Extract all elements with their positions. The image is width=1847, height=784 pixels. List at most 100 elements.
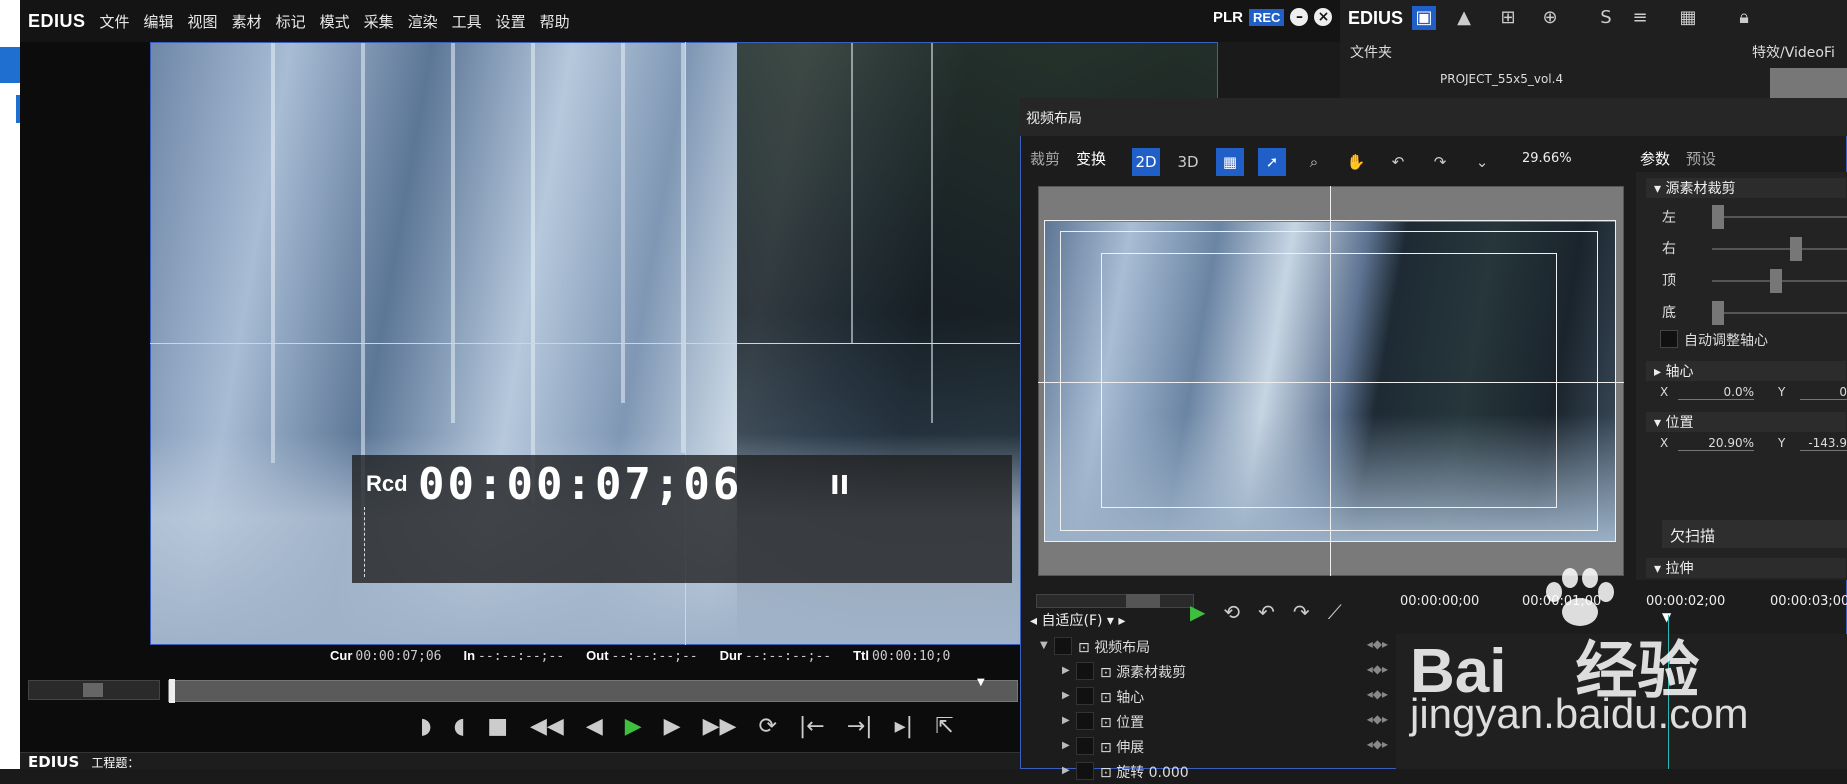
open-folder-icon[interactable]: ⊞ [1496,6,1520,30]
zoom-dropdown-icon[interactable]: ⌄ [1468,148,1496,176]
track-label: 轴心 [1116,690,1145,706]
play-icon[interactable]: ▶ [625,714,642,739]
mode-3d-button[interactable]: 3D [1174,148,1202,176]
sequence-icon[interactable]: S [1594,6,1618,30]
keyframe-track-list: ▼ ⊡ 视频布局 ◂◆▸ ▶ ⊡ 源素材裁剪 ◂◆▸ ▶ ⊡ 轴心 ◂◆▸ ▶ … [1030,634,1396,781]
rec-button[interactable]: REC [1249,8,1285,26]
menu-view[interactable]: 视图 [188,11,218,32]
crop-bottom-slider[interactable] [1712,312,1847,314]
menu-help[interactable]: 帮助 [540,11,570,32]
menu-settings[interactable]: 设置 [496,11,526,32]
keyframe-redo-icon[interactable]: ↷ [1293,600,1310,624]
project-tree-item[interactable]: PROJECT_55x5_vol.4 [1440,72,1563,86]
fast-forward-icon[interactable]: ▶▶ [703,714,737,739]
select-arrow-icon[interactable]: ➚ [1258,148,1286,176]
set-in-icon[interactable]: ◗ [420,714,432,739]
menu-mode[interactable]: 模式 [320,11,350,32]
bottom-label: 工程题： [91,756,140,770]
crop-left-knob[interactable] [1712,205,1724,229]
stop-icon[interactable]: ■ [487,714,508,739]
menu-tools[interactable]: 工具 [452,11,482,32]
plr-button[interactable]: PLR [1213,9,1243,26]
crop-top-knob[interactable] [1770,269,1782,293]
undo-icon[interactable]: ↶ [1384,148,1412,176]
menu-capture[interactable]: 采集 [364,11,394,32]
timeline-header: EDIUS 工程题： [20,752,1030,771]
rewind-icon[interactable]: ◀◀ [530,714,564,739]
menu-clip[interactable]: 素材 [232,11,262,32]
zoom-level-select[interactable]: 29.66% [1522,151,1572,166]
keyframe-zoom-knob[interactable] [1126,594,1160,608]
list-view-icon[interactable]: ≡ [1628,6,1652,30]
position-y-value[interactable]: -143.9 [1800,436,1847,451]
track-row[interactable]: ▶ ⊡ 源素材裁剪 ◂◆▸ [1030,659,1396,684]
keyframe-nav-icon[interactable]: ◂◆▸ [1367,712,1388,726]
crop-right-knob[interactable] [1790,237,1802,261]
next-frame-icon[interactable]: ▶ [664,714,681,739]
grid-icon[interactable]: ▦ [1216,148,1244,176]
zoom-icon[interactable]: ⌕ [1300,148,1328,176]
minimize-icon[interactable]: – [1290,8,1309,26]
keyframe-nav-icon[interactable]: ◂◆▸ [1367,662,1388,676]
close-icon[interactable]: × [1314,8,1333,26]
auto-center-checkbox[interactable] [1660,330,1678,348]
tab-params[interactable]: 参数 [1640,148,1670,169]
track-row[interactable]: ▼ ⊡ 视频布局 ◂◆▸ [1030,634,1396,659]
jump-in-icon[interactable]: |← [799,714,825,739]
keyframe-nav-icon[interactable]: ◂◆▸ [1367,637,1388,651]
pivot-section-header[interactable]: ▸ 轴心 [1646,361,1846,381]
crop-bottom-knob[interactable] [1712,301,1724,325]
position-y-label: Y [1778,436,1786,450]
mode-2d-button[interactable]: 2D [1132,148,1160,176]
menu-marker[interactable]: 标记 [276,11,306,32]
effect-thumbnail[interactable] [1770,68,1847,100]
tab-crop[interactable]: 裁剪 [1030,148,1060,169]
redo-icon[interactable]: ↷ [1426,148,1454,176]
keyframe-nav-icon[interactable]: ◂◆▸ [1367,687,1388,701]
insert-icon[interactable]: ▸| [895,714,913,739]
track-row[interactable]: ▶ ⊡ 伸展 ◂◆▸ [1030,734,1396,759]
fit-dropdown[interactable]: ◂ 自适应(F) ▾ ▸ [1030,610,1160,632]
track-row[interactable]: ▶ ⊡ 轴心 ◂◆▸ [1030,684,1396,709]
pivot-x-value[interactable]: 0.0% [1678,385,1754,400]
crop-bottom-label: 底 [1662,305,1676,321]
crop-section-header[interactable]: ▾ 源素材裁剪 [1646,178,1846,198]
keyframe-play-icon[interactable]: ▶ [1190,600,1205,624]
hand-icon[interactable]: ✋ [1342,148,1370,176]
keyframe-loop-icon[interactable]: ⟲ [1223,600,1240,624]
playhead-handle[interactable] [169,679,175,703]
menu-edit[interactable]: 编辑 [144,11,174,32]
tab-presets[interactable]: 预设 [1686,148,1716,169]
shuttle-knob[interactable] [83,683,103,697]
set-out-icon[interactable]: ◖ [454,714,466,739]
menu-render[interactable]: 渲染 [408,11,438,32]
export-icon[interactable]: ⇱ [935,714,953,739]
pivot-y-value[interactable]: 0 [1800,385,1847,400]
in-field: In --:--:--;-- [463,648,565,664]
shuttle-slider[interactable] [28,680,160,700]
keyframe-nav-icon[interactable]: ◂◆▸ [1367,737,1388,751]
crop-left-slider[interactable] [1712,216,1847,218]
jump-out-icon[interactable]: →| [847,714,873,739]
tab-transform[interactable]: 变换 [1076,148,1106,169]
grid-view-icon[interactable]: ▦ [1676,6,1700,30]
menu-file[interactable]: 文件 [100,11,130,32]
lock-icon[interactable]: 🔒︎ [1732,6,1756,30]
upload-icon[interactable]: ▲ [1452,6,1476,30]
position-section-header[interactable]: ▾ 位置 [1646,412,1846,432]
track-row[interactable]: ▶ ⊡ 位置 ◂◆▸ [1030,709,1396,734]
prev-frame-icon[interactable]: ◀ [586,714,603,739]
loop-icon[interactable]: ⟳ [758,714,776,739]
crop-right-slider[interactable] [1712,248,1847,250]
keyframe-graph-icon[interactable]: ⟋ [1328,600,1342,624]
add-clip-icon[interactable]: ⊕ [1538,6,1562,30]
player-timeline[interactable]: ▼ [168,677,1018,703]
dur-field: Dur --:--:--;-- [719,648,832,664]
keyframe-undo-icon[interactable]: ↶ [1258,600,1275,624]
keyframe-zoom-slider[interactable] [1036,594,1194,608]
underscan-select[interactable]: 欠扫描 [1662,520,1847,548]
folder-icon[interactable]: ▣ [1412,6,1436,30]
track-label: 位置 [1116,715,1145,731]
track-row[interactable]: ▶ ⊡ 旋转 0.000 [1030,759,1396,784]
position-x-value[interactable]: 20.90% [1678,436,1754,451]
